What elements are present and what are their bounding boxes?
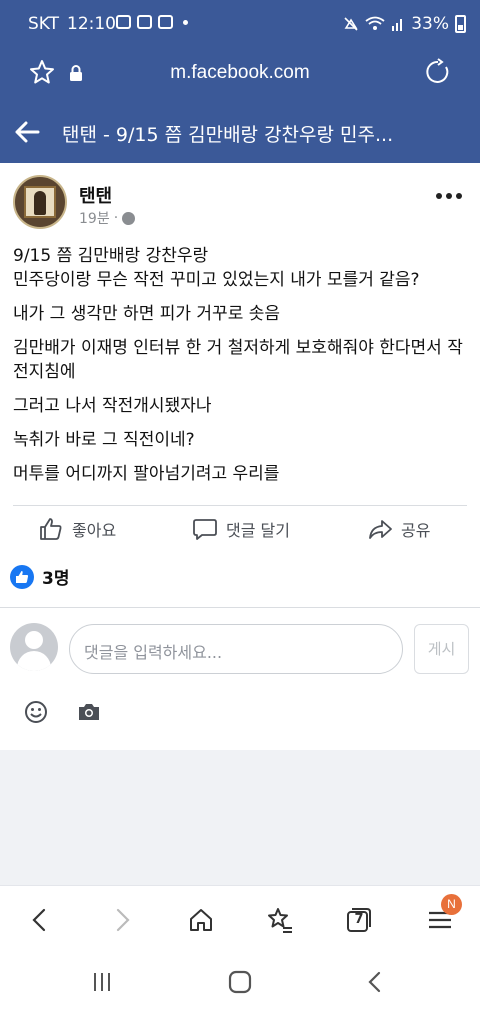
android-back-icon[interactable] bbox=[362, 968, 390, 996]
share-arrow-icon bbox=[369, 520, 392, 539]
more-notifications-icon bbox=[183, 19, 188, 25]
page-header: 탠탠 - 9/15 쯤 김만배랑 강찬우랑 민주... bbox=[0, 100, 480, 163]
comment-bubble-icon bbox=[193, 519, 217, 540]
post-body: 9/15 쯤 김만배랑 강찬우랑 민주당이랑 무슨 작전 꾸미고 있었는지 내가… bbox=[13, 244, 473, 496]
my-avatar bbox=[10, 623, 58, 671]
like-label: 좋아요 bbox=[72, 521, 117, 540]
reload-icon[interactable] bbox=[424, 58, 452, 86]
divider bbox=[13, 505, 467, 506]
author-avatar[interactable] bbox=[13, 175, 67, 229]
meta-separator: · bbox=[113, 210, 119, 226]
home-icon[interactable] bbox=[187, 906, 215, 934]
signal-icon bbox=[392, 19, 403, 31]
bookmarks-icon[interactable] bbox=[266, 906, 294, 934]
comment-input[interactable]: 댓글을 입력하세요... bbox=[69, 624, 403, 674]
carrier-label: SKT bbox=[28, 14, 60, 34]
page: SKT 12:10 33% m.facebook.com 탠탠 - 9/15 쯤… bbox=[0, 0, 480, 1013]
post-line: 김만배가 이재명 인터뷰 한 거 철저하게 보호해줘야 한다면서 작전지침에 bbox=[13, 338, 463, 382]
camera-icon[interactable] bbox=[77, 702, 101, 722]
address-bar: m.facebook.com bbox=[0, 46, 480, 100]
page-title: 탠탠 - 9/15 쯤 김만배랑 강찬우랑 민주... bbox=[62, 124, 394, 146]
tab-count: 7 bbox=[354, 912, 364, 927]
more-options-icon[interactable] bbox=[436, 193, 462, 199]
browser-back-icon[interactable] bbox=[26, 906, 54, 934]
url-text[interactable]: m.facebook.com bbox=[0, 62, 480, 84]
status-bar: SKT 12:10 33% bbox=[0, 0, 480, 46]
browser-forward-icon[interactable] bbox=[108, 906, 136, 934]
reaction-count: 3명 bbox=[42, 569, 70, 589]
post-line: 9/15 쯤 김만배랑 강찬우랑 민주당이랑 무슨 작전 꾸미고 있었는지 내가… bbox=[13, 246, 420, 290]
thumbs-up-icon bbox=[40, 518, 62, 540]
reaction-summary[interactable]: 3명 bbox=[10, 564, 69, 589]
share-button[interactable]: 공유 bbox=[367, 516, 430, 542]
browser-toolbar: 7 bbox=[0, 885, 480, 953]
wifi-icon bbox=[365, 16, 385, 30]
avatar-figure bbox=[34, 191, 46, 215]
author-name[interactable]: 탠탠 bbox=[79, 182, 112, 208]
post-line: 녹취가 바로 그 직전이네? bbox=[13, 430, 195, 450]
talk-icon bbox=[116, 15, 131, 29]
divider bbox=[0, 607, 480, 608]
public-globe-icon bbox=[122, 211, 136, 225]
post-comment-button[interactable]: 게시 bbox=[414, 624, 469, 674]
share-label: 공유 bbox=[401, 521, 431, 540]
post-card: 탠탠 19분 · 9/15 쯤 김만배랑 강찬우랑 민주당이랑 무슨 작전 꾸미… bbox=[0, 163, 480, 750]
post-actions: 좋아요 댓글 달기 공유 bbox=[0, 510, 480, 550]
empty-area bbox=[0, 750, 480, 885]
post-line: 그러고 나서 작전개시됐자나 bbox=[13, 396, 212, 416]
comment-button[interactable]: 댓글 달기 bbox=[192, 516, 290, 542]
post-time[interactable]: 19분 bbox=[79, 208, 110, 228]
mute-icon bbox=[344, 17, 358, 31]
back-arrow-icon[interactable] bbox=[14, 120, 40, 144]
battery-icon bbox=[455, 15, 466, 33]
tabs-button[interactable]: 7 bbox=[345, 906, 373, 934]
gallery-icon bbox=[137, 15, 152, 29]
like-reaction-icon bbox=[10, 564, 34, 589]
recent-apps-icon[interactable] bbox=[88, 968, 116, 996]
post-line: 내가 그 생각만 하면 피가 거꾸로 솟음 bbox=[13, 304, 281, 324]
post-meta: 19분 · bbox=[79, 208, 136, 228]
battery-percent: 33% bbox=[411, 14, 449, 34]
post-line: 머투를 어디까지 팔아넘기려고 우리를 bbox=[13, 464, 280, 484]
clock: 12:10 bbox=[67, 14, 116, 34]
android-nav-bar bbox=[0, 953, 480, 1013]
like-button[interactable]: 좋아요 bbox=[38, 516, 116, 542]
system-status: 33% bbox=[343, 14, 466, 34]
emoji-icon[interactable] bbox=[24, 700, 48, 724]
notification-icons bbox=[116, 15, 188, 29]
android-home-icon[interactable] bbox=[226, 968, 254, 996]
app-notification-icon bbox=[158, 15, 173, 29]
notification-badge: N bbox=[441, 894, 462, 915]
comment-label: 댓글 달기 bbox=[226, 521, 290, 540]
